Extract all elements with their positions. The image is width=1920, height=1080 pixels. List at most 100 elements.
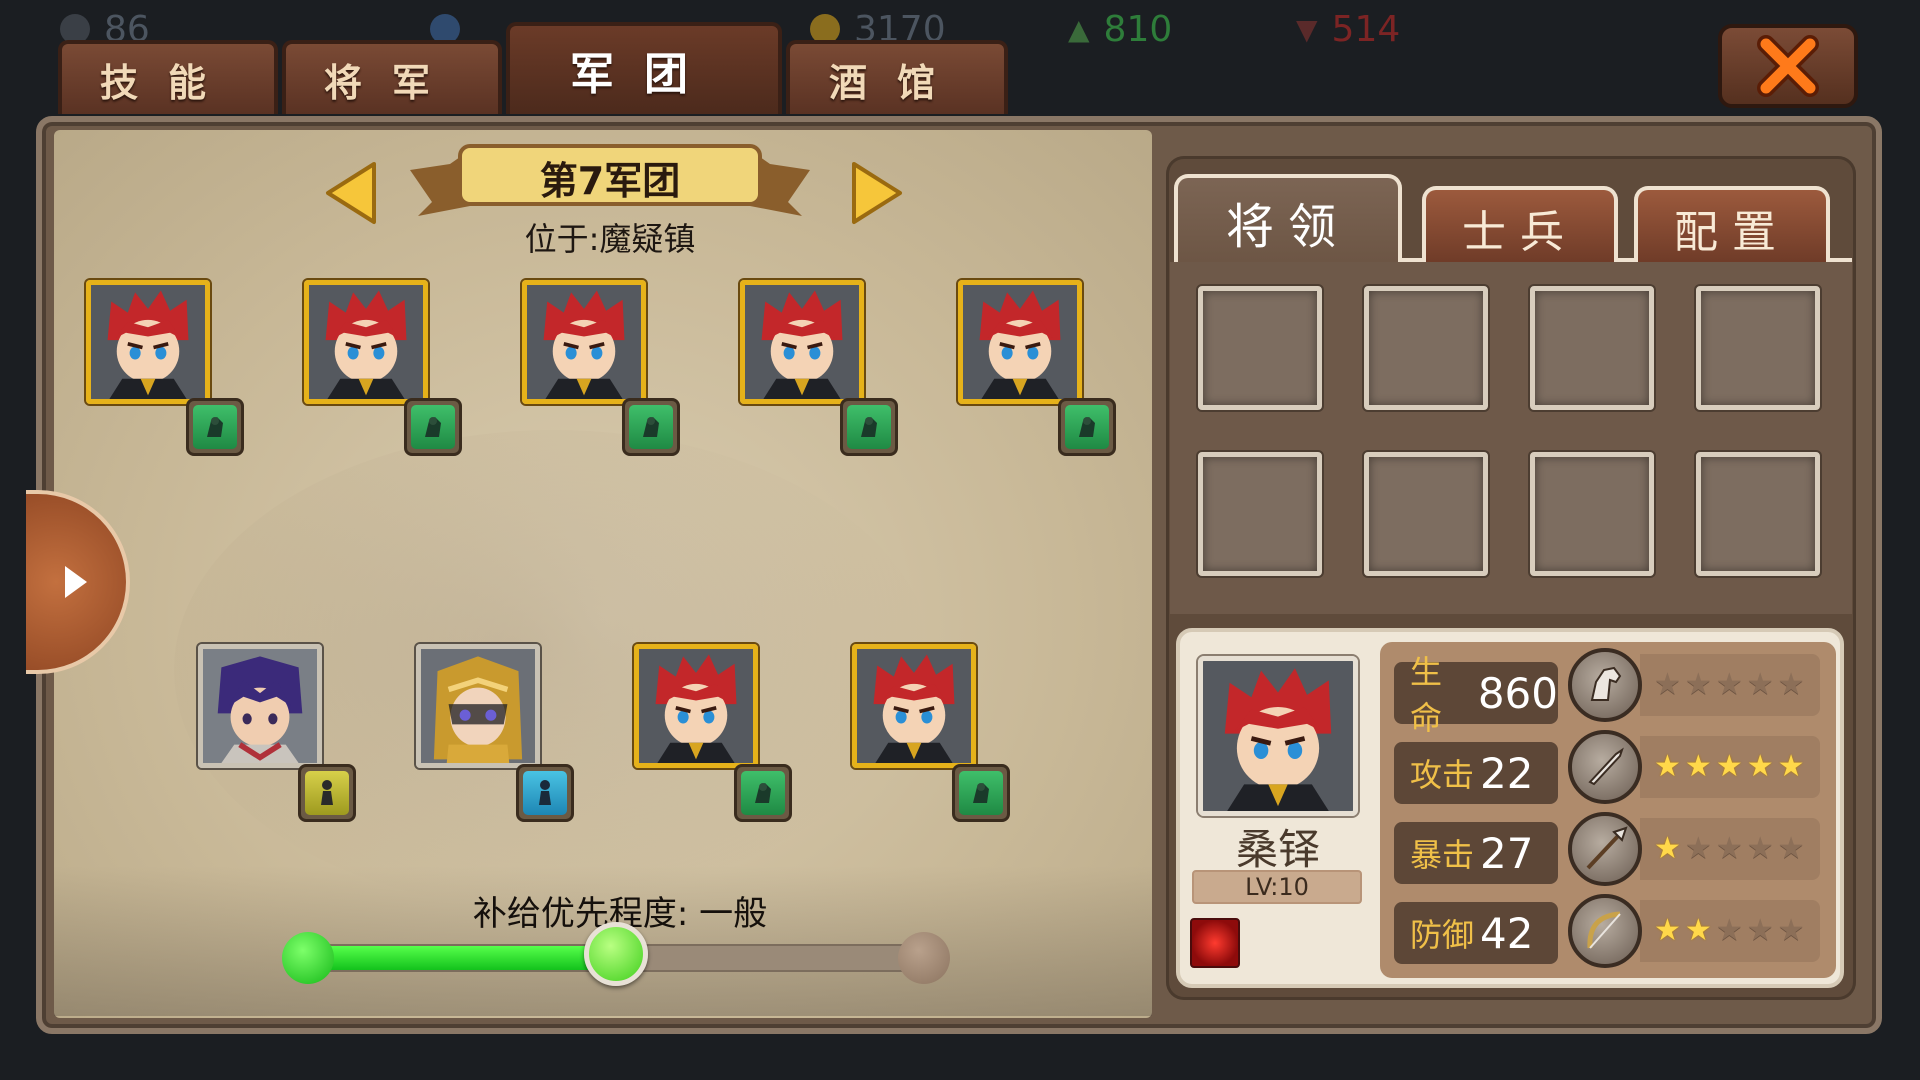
sword-icon[interactable]: [1568, 730, 1642, 804]
unit-badge[interactable]: [404, 398, 462, 456]
red-hair-general-portrait: [527, 285, 641, 399]
masked-gold-general-portrait: [421, 649, 535, 763]
star-filled-icon: ★: [1684, 913, 1712, 948]
stat-hp-label: 生命: [1410, 653, 1443, 737]
equipment-slot[interactable]: [1198, 452, 1322, 576]
star-filled-icon: ★: [1715, 749, 1743, 784]
unit-badge[interactable]: [840, 398, 898, 456]
down-stat: ▼ 514: [1296, 6, 1400, 52]
red-hair-general-portrait: [91, 285, 205, 399]
general-slot-4[interactable]: [740, 280, 864, 404]
unit-badge[interactable]: [734, 764, 792, 822]
tab-tavern[interactable]: 酒馆: [786, 40, 1008, 114]
stat-crit-value: 27: [1480, 828, 1534, 878]
tab-generals-label: 将军: [323, 60, 460, 105]
general-slot-3[interactable]: [522, 280, 646, 404]
stat-attack-value: 22: [1480, 748, 1534, 798]
corps-name: 第7军团: [539, 159, 681, 203]
slider-start-dot: [282, 932, 334, 984]
general-slot-8[interactable]: [634, 644, 758, 768]
star-empty-icon: ★: [1746, 831, 1774, 866]
general-slot-6[interactable]: [198, 644, 322, 768]
green-knight-icon: [425, 417, 441, 437]
star-empty-icon: ★: [1654, 667, 1681, 702]
equipment-slot[interactable]: [1530, 286, 1654, 410]
stat-defense-value: 42: [1480, 908, 1534, 958]
triangle-up-icon: ▲: [1068, 12, 1090, 46]
red-hair-general-portrait: [857, 649, 971, 763]
stat-defense: 防御 42: [1394, 902, 1558, 964]
star-empty-icon: ★: [1746, 667, 1774, 702]
spear-icon[interactable]: [1568, 812, 1642, 886]
unit-badge[interactable]: [622, 398, 680, 456]
stat-defense-label: 防御: [1410, 916, 1475, 954]
equipment-slot[interactable]: [1198, 286, 1322, 410]
red-hair-general-portrait: [309, 285, 423, 399]
equipment-slot[interactable]: [1364, 452, 1488, 576]
star-rating: ★ ★ ★ ★ ★: [1640, 900, 1820, 962]
green-knight-icon: [861, 417, 877, 437]
general-slot-9[interactable]: [852, 644, 976, 768]
unit-badge[interactable]: [516, 764, 574, 822]
general-level: LV:10: [1192, 870, 1362, 904]
equipment-slot[interactable]: [1696, 286, 1820, 410]
star-empty-icon: ★: [1715, 831, 1743, 866]
prev-corps-button[interactable]: [322, 160, 382, 226]
unit-badge[interactable]: [186, 398, 244, 456]
tab-skills[interactable]: 技能: [58, 40, 278, 114]
red-hair-general-portrait: [639, 649, 753, 763]
star-filled-icon: ★: [1684, 749, 1712, 784]
slider-end-dot: [898, 932, 950, 984]
star-filled-icon: ★: [1777, 749, 1805, 784]
skill-eye-icon[interactable]: [1190, 918, 1240, 968]
supply-slider-knob[interactable]: [584, 922, 648, 986]
star-empty-icon: ★: [1684, 667, 1712, 702]
stat-attack-label: 攻击: [1410, 756, 1475, 794]
triangle-down-icon: ▼: [1296, 12, 1318, 46]
general-slot-7[interactable]: [416, 644, 540, 768]
unit-badge[interactable]: [952, 764, 1010, 822]
stat-crit: 暴击 27: [1394, 822, 1558, 884]
star-rating: ★ ★ ★ ★ ★: [1640, 654, 1820, 716]
red-hair-general-portrait: [963, 285, 1077, 399]
star-filled-icon: ★: [1654, 831, 1681, 866]
tab-generals[interactable]: 将军: [282, 40, 502, 114]
up-stat: ▲ 810: [1068, 6, 1172, 52]
equipment-slot[interactable]: [1364, 286, 1488, 410]
red-hair-general-portrait: [745, 285, 859, 399]
close-button[interactable]: [1718, 24, 1858, 108]
unit-badge[interactable]: [1058, 398, 1116, 456]
equipment-slot[interactable]: [1530, 452, 1654, 576]
horse-icon[interactable]: [1568, 648, 1642, 722]
unit-badge[interactable]: [298, 764, 356, 822]
general-name: 桑铎: [1235, 825, 1320, 874]
stat-attack: 攻击 22: [1394, 742, 1558, 804]
up-value: 810: [1103, 8, 1173, 50]
tab-config[interactable]: 配置: [1634, 186, 1830, 266]
corps-location: 位于:魔疑镇: [524, 220, 696, 258]
tab-soldiers[interactable]: 士兵: [1422, 186, 1618, 266]
tab-commanders[interactable]: 将领: [1174, 174, 1402, 266]
tab-corps[interactable]: 军团: [506, 22, 782, 114]
star-empty-icon: ★: [1777, 831, 1805, 866]
green-knight-icon: [643, 417, 659, 437]
general-slot-5[interactable]: [958, 280, 1082, 404]
green-knight-icon: [207, 417, 223, 437]
sword-glyph: [1588, 747, 1624, 786]
general-slot-1[interactable]: [86, 280, 210, 404]
yellow-soldier-icon: [321, 780, 333, 805]
general-slot-2[interactable]: [304, 280, 428, 404]
selected-general-portrait[interactable]: [1198, 656, 1358, 816]
red-hair-general-portrait: [1203, 661, 1353, 811]
star-filled-icon: ★: [1654, 749, 1681, 784]
next-corps-button[interactable]: [846, 160, 906, 226]
close-icon: [1757, 35, 1819, 97]
supply-slider-fill: [302, 946, 622, 970]
equipment-slot[interactable]: [1696, 452, 1820, 576]
down-value: 514: [1331, 8, 1401, 50]
play-arrow-icon: [65, 566, 87, 598]
stat-hp-value: 860: [1477, 668, 1558, 718]
bow-icon[interactable]: [1568, 894, 1642, 968]
green-knight-icon: [755, 783, 771, 803]
tab-soldiers-label: 士兵: [1462, 207, 1578, 258]
